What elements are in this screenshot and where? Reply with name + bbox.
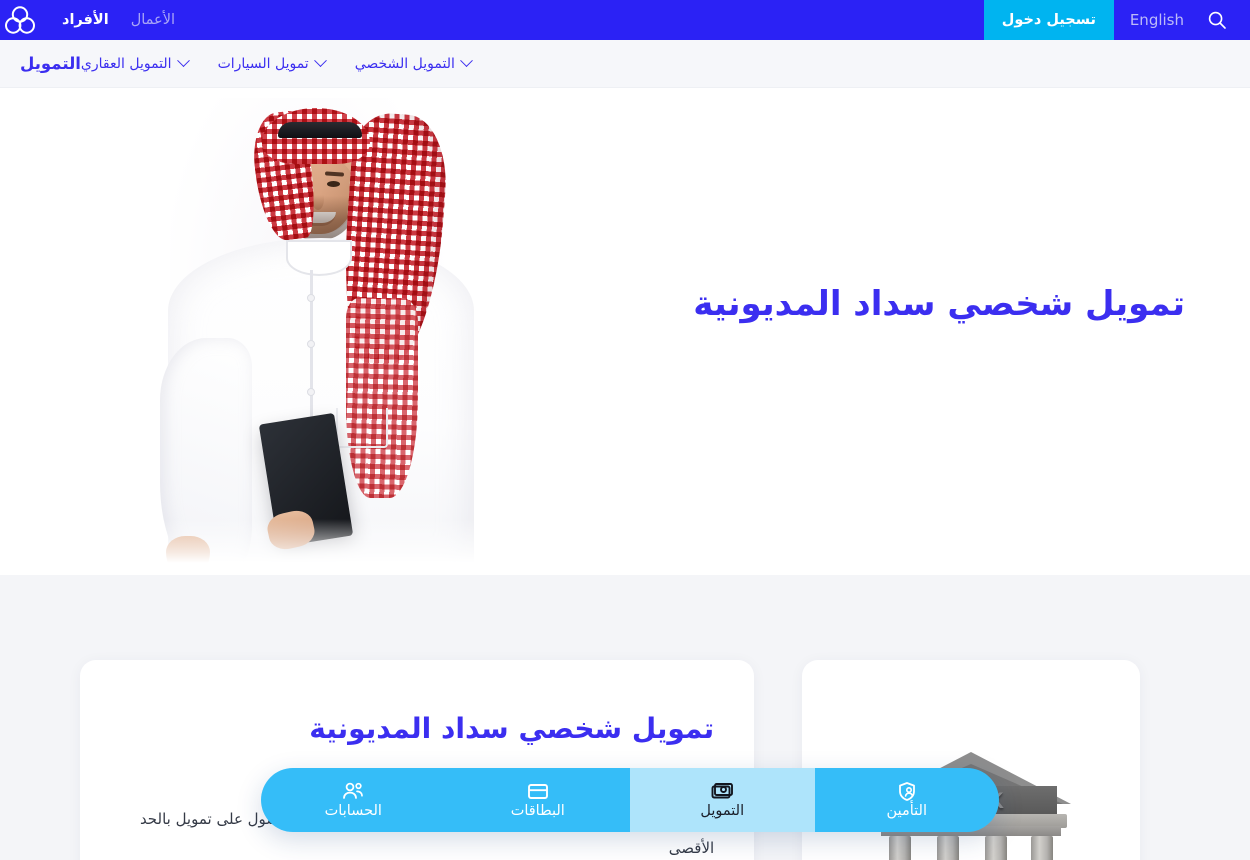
search-icon[interactable] [1206,9,1228,31]
subnav-item-real-estate-finance[interactable]: التمويل العقاري [80,54,190,72]
credit-card-icon [525,780,551,802]
secondary-navigation: التمويل التمويل العقاري تمويل السيارات ا… [0,40,1250,88]
tab-finance[interactable]: التمويل [630,768,815,832]
segment-business[interactable]: الأعمال [131,12,175,28]
chevron-down-icon [459,54,473,68]
hero-banner: تمويل شخصي سداد المديونية [0,88,1250,575]
tab-label: الحسابات [324,803,382,820]
login-button[interactable]: تسجيل دخول [983,0,1114,40]
subnav-item-list: التمويل العقاري تمويل السيارات التمويل ا… [80,54,473,72]
tab-accounts[interactable]: الحسابات [261,768,446,832]
topbar-right-group: الأفراد الأعمال [0,0,193,40]
subnav-item-personal-finance[interactable]: التمويل الشخصي [354,54,473,72]
accounts-people-icon [340,780,366,802]
hero-title: تمويل شخصي سداد المديونية [693,284,1185,324]
hero-photo-saudi-man [150,88,490,575]
top-utility-bar: الأفراد الأعمال تسجيل دخول English [0,0,1250,40]
subnav-item-auto-finance[interactable]: تمويل السيارات [217,54,327,72]
banknote-money-icon [709,780,735,802]
chevron-down-icon [313,54,327,68]
topbar-left-group: تسجيل دخول English [983,0,1250,40]
segment-individuals[interactable]: الأفراد [62,12,109,28]
chevron-down-icon [176,54,190,68]
subnav-item-label: التمويل الشخصي [354,55,455,72]
subnav-item-label: التمويل العقاري [80,55,172,72]
tab-cards[interactable]: البطاقات [445,768,630,832]
product-card-title: تمويل شخصي سداد المديونية [309,712,715,745]
subnav-item-label: تمويل السيارات [217,55,309,72]
language-switch-link[interactable]: English [1130,11,1184,29]
tab-label: البطاقات [510,803,565,820]
topbar-utility-group: English [1114,0,1250,40]
subnav-section-title: التمويل [20,54,81,73]
shield-person-icon [894,780,920,802]
tab-insurance[interactable]: التأمين [814,768,999,832]
tab-label: التمويل [700,803,745,820]
floating-category-tabbar: الحسابات البطاقات التمويل التأمين [261,768,999,832]
riyad-bank-trefoil-logo[interactable] [0,2,40,38]
tab-label: التأمين [886,803,927,820]
